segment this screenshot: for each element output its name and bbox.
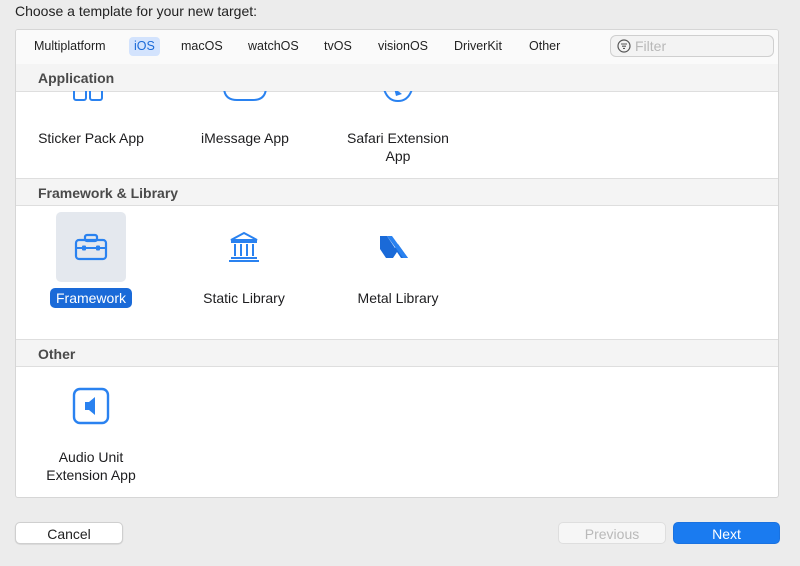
dialog-heading: Choose a template for your new target: bbox=[15, 3, 258, 19]
tab-ios[interactable]: iOS bbox=[129, 37, 160, 56]
template-label: Safari Extension App bbox=[347, 130, 449, 164]
template-static-library[interactable]: Static Library bbox=[169, 212, 319, 308]
template-framework[interactable]: Framework bbox=[16, 212, 166, 308]
template-label: Audio Unit Extension App bbox=[46, 449, 136, 483]
template-label: Framework bbox=[49, 288, 132, 308]
tab-multiplatform[interactable]: Multiplatform bbox=[29, 37, 111, 56]
template-label: Sticker Pack App bbox=[38, 130, 144, 146]
template-safari-extension-app[interactable]: Safari Extension App bbox=[323, 128, 473, 166]
previous-button[interactable]: Previous bbox=[558, 522, 666, 544]
template-sticker-pack-app[interactable]: Sticker Pack App bbox=[16, 128, 166, 148]
tab-macos[interactable]: macOS bbox=[176, 37, 228, 56]
imessage-app-icon bbox=[223, 91, 267, 101]
section-header-framework-library: Framework & Library bbox=[16, 178, 778, 206]
platform-tab-bar: Multiplatform iOS macOS watchOS tvOS vis… bbox=[16, 30, 778, 65]
tab-driverkit[interactable]: DriverKit bbox=[449, 37, 507, 56]
template-label: Static Library bbox=[203, 290, 285, 306]
tab-watchos[interactable]: watchOS bbox=[243, 37, 304, 56]
next-button[interactable]: Next bbox=[673, 522, 780, 544]
template-audio-unit-extension-app[interactable]: Audio Unit Extension App bbox=[16, 371, 166, 485]
tab-tvos[interactable]: tvOS bbox=[319, 37, 357, 56]
filter-icon bbox=[617, 39, 631, 53]
template-label: iMessage App bbox=[201, 130, 289, 146]
filter-field[interactable] bbox=[610, 35, 774, 57]
cancel-button[interactable]: Cancel bbox=[15, 522, 123, 544]
toolbox-icon bbox=[74, 233, 108, 261]
sticker-pack-icon bbox=[73, 91, 103, 101]
library-building-icon bbox=[229, 231, 259, 262]
template-metal-library[interactable]: Metal Library bbox=[323, 212, 473, 308]
tab-other[interactable]: Other bbox=[524, 37, 565, 56]
safari-extension-icon bbox=[383, 91, 413, 103]
tab-visionos[interactable]: visionOS bbox=[373, 37, 433, 56]
template-label: Metal Library bbox=[357, 290, 439, 306]
metal-icon bbox=[380, 236, 408, 258]
filter-input[interactable] bbox=[635, 37, 765, 55]
section-header-application: Application bbox=[16, 64, 778, 92]
speaker-icon bbox=[72, 387, 110, 425]
section-header-other: Other bbox=[16, 339, 778, 367]
template-imessage-app[interactable]: iMessage App bbox=[170, 128, 320, 148]
template-panel: Multiplatform iOS macOS watchOS tvOS vis… bbox=[15, 29, 779, 498]
